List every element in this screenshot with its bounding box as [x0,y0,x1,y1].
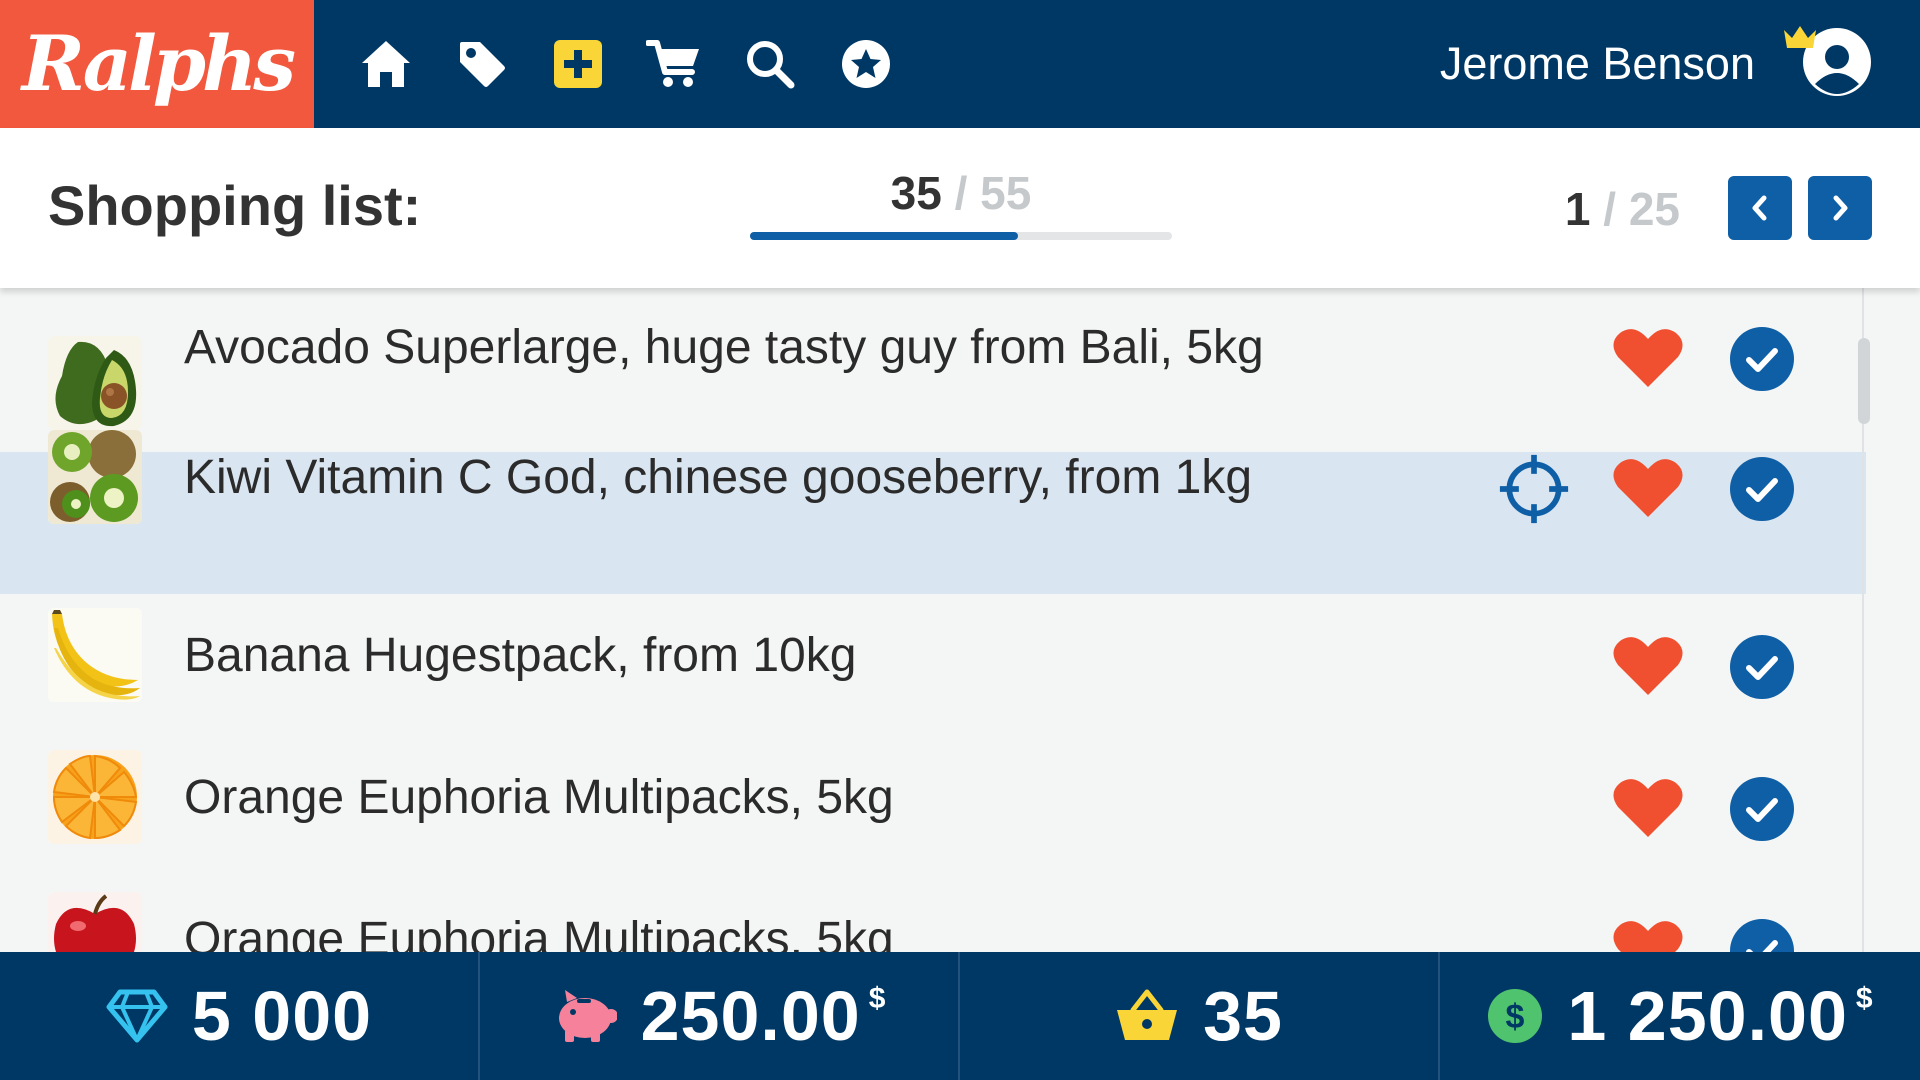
checkmark-icon[interactable] [1726,631,1798,703]
svg-text:$: $ [1506,998,1525,1036]
progress-separator: / [954,167,968,219]
tag-icon[interactable] [452,34,512,94]
savings-stat: 250.00 $ [480,952,958,1080]
heart-icon[interactable] [1612,773,1684,845]
chevron-right-icon [1833,195,1848,221]
logo-text: Ralphs [21,19,296,108]
progress-fill [750,232,1019,240]
list-item[interactable]: Orange Euphoria Multipacks, 5kg [0,878,1866,952]
dollar-coin-icon: $ [1488,989,1543,1043]
progress-total: 55 [980,167,1032,219]
kiwi-image [48,430,142,524]
top-bar: Ralphs Jerome Benson [0,0,1920,128]
scrollbar-thumb[interactable] [1858,338,1870,424]
list-header: Shopping list: 35 / 55 1 / 25 [0,128,1920,288]
heart-icon[interactable] [1612,323,1684,395]
chevron-left-icon [1752,195,1767,221]
gems-value: 5 000 [191,977,373,1055]
footer-stats-bar: 5 000 250.00 $ 35 $ 1 250.00 $ [0,952,1920,1080]
checkmark-icon[interactable] [1726,915,1798,952]
item-name: Banana Hugestpack, from 10kg [184,629,857,682]
total-value: 1 250.00 [1567,977,1848,1055]
checkmark-icon[interactable] [1726,453,1798,525]
target-icon[interactable] [1498,453,1570,525]
piggy-bank-icon [558,990,617,1042]
page-title: Shopping list: [48,174,422,237]
gems-stat: 5 000 [0,952,478,1080]
page-separator: / [1603,183,1617,235]
crown-icon [1784,26,1816,48]
list-item[interactable]: Kiwi Vitamin C God, chinese gooseberry, … [0,430,1866,594]
page-current: 1 [1564,183,1591,235]
basket-count: 35 [1203,977,1283,1055]
user-name[interactable]: Jerome Benson [1440,38,1755,90]
progress-done: 35 [890,167,942,219]
list-item[interactable]: Avocado Superlarge, huge tasty guy from … [0,288,1866,430]
cart-icon[interactable] [644,34,704,94]
list-item[interactable]: Orange Euphoria Multipacks, 5kg [0,736,1866,878]
shopping-list: Avocado Superlarge, huge tasty guy from … [0,288,1920,952]
item-name: Orange Euphoria Multipacks, 5kg [184,913,894,952]
previous-page-button[interactable] [1728,176,1792,240]
heart-icon[interactable] [1612,915,1684,952]
progress-counter: 35 / 55 [750,166,1172,220]
list-item[interactable]: Banana Hugestpack, from 10kg [0,594,1866,736]
heart-icon[interactable] [1612,631,1684,703]
savings-currency: $ [868,982,886,1015]
savings-value: 250.00 [640,977,861,1055]
plus-square-icon[interactable] [548,34,608,94]
basket-stat: 35 [960,952,1438,1080]
basket-icon [1117,989,1178,1040]
page-counter: 1 / 25 [1550,182,1680,236]
checkmark-icon[interactable] [1726,323,1798,395]
total-stat: $ 1 250.00 $ [1440,952,1920,1080]
apple-image [48,892,142,952]
item-name: Orange Euphoria Multipacks, 5kg [184,771,894,824]
home-icon[interactable] [356,34,416,94]
star-circle-icon[interactable] [836,34,896,94]
banana-image [48,608,142,702]
orange-image [48,750,142,844]
search-icon[interactable] [740,34,800,94]
page-total: 25 [1628,183,1680,235]
total-currency: $ [1855,982,1873,1015]
next-page-button[interactable] [1808,176,1872,240]
item-name: Kiwi Vitamin C God, chinese gooseberry, … [184,451,1253,504]
user-avatar[interactable] [1782,24,1872,104]
heart-icon[interactable] [1612,453,1684,525]
ralphs-logo[interactable]: Ralphs [0,0,314,128]
avocado-image [48,336,142,430]
progress-bar [750,232,1172,240]
checkmark-icon[interactable] [1726,773,1798,845]
item-name: Avocado Superlarge, huge tasty guy from … [184,321,1264,374]
diamond-icon [106,989,168,1043]
